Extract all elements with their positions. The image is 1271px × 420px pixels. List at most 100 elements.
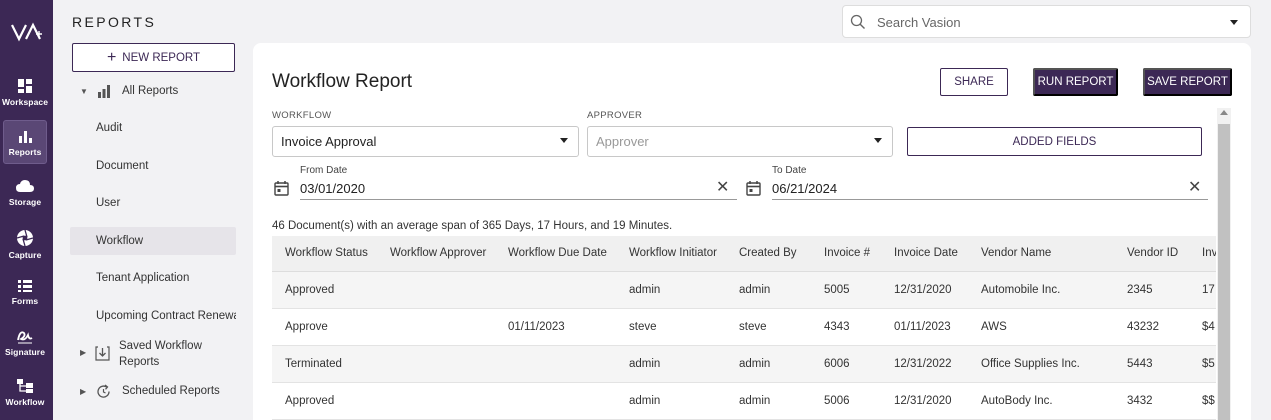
tree-item-saved-workflow-reports[interactable]: ▶ Saved Workflow Reports: [70, 338, 236, 370]
to-date-label: To Date: [772, 165, 807, 176]
download-icon: [95, 346, 110, 361]
table-cell: Approved: [285, 284, 335, 296]
rail-item-workspace[interactable]: Workspace: [1, 70, 49, 114]
grid-icon: [18, 78, 32, 93]
saved-workflow-reports-line2: Reports: [119, 356, 160, 368]
scroll-up-arrow-icon[interactable]: [1220, 110, 1228, 115]
rail-label: Storage: [8, 196, 42, 207]
tree-item-tenant-application[interactable]: Tenant Application: [70, 264, 236, 292]
rail-item-signature[interactable]: Signature: [3, 320, 47, 364]
column-header[interactable]: Workflow Initiator: [629, 247, 717, 259]
from-date-input[interactable]: 03/01/2020: [300, 181, 365, 196]
tree-item-label: Audit: [96, 122, 123, 134]
new-report-label: NEW REPORT: [122, 51, 201, 64]
new-report-button[interactable]: + NEW REPORT: [72, 43, 235, 72]
search-icon: [850, 14, 865, 29]
table-row[interactable]: Approve 01/11/2023 steve steve 4343 01/1…: [272, 309, 1216, 346]
caret-right-icon[interactable]: ▶: [80, 348, 86, 357]
search-input[interactable]: [877, 12, 1217, 32]
rail-item-reports[interactable]: Reports: [3, 120, 47, 164]
reports-panel-title: REPORTS: [72, 14, 157, 30]
clear-from-date-icon[interactable]: ✕: [716, 177, 729, 197]
workflow-icon: [17, 378, 33, 393]
column-header[interactable]: Inv: [1202, 247, 1216, 259]
tree-item-audit[interactable]: Audit: [70, 114, 236, 142]
table-cell: 12/31/2020: [894, 395, 952, 407]
scheduled-reports-label: Scheduled Reports: [122, 385, 220, 397]
rail-label: Workspace: [1, 96, 49, 107]
table-cell: admin: [739, 284, 771, 296]
tree-item-upcoming-contract-renewals[interactable]: Upcoming Contract Renewals: [70, 302, 236, 330]
tree-item-scheduled-reports[interactable]: ▶ Scheduled Reports: [70, 377, 236, 405]
rail-label: Signature: [4, 346, 46, 357]
refresh-clock-icon: [97, 384, 110, 398]
calendar-icon[interactable]: [274, 180, 289, 196]
bar-chart-icon: [98, 85, 110, 98]
column-header[interactable]: Created By: [739, 247, 797, 259]
save-report-button[interactable]: SAVE REPORT: [1143, 68, 1232, 96]
caret-down-icon[interactable]: ▼: [80, 87, 88, 96]
column-header[interactable]: Workflow Status: [285, 247, 368, 259]
workflow-select-value: Invoice Approval: [281, 134, 377, 149]
approver-field-label: APPROVER: [587, 110, 643, 121]
logo-icon: [10, 22, 42, 42]
report-table: Workflow Status Workflow Approver Workfl…: [272, 236, 1216, 420]
table-cell: 5006: [824, 395, 850, 407]
rail-item-capture[interactable]: Capture: [3, 222, 47, 266]
table-cell: 2345: [1127, 284, 1153, 296]
column-header[interactable]: Invoice #: [824, 247, 870, 259]
run-report-button[interactable]: RUN REPORT: [1033, 68, 1118, 96]
workflow-field-label: WORKFLOW: [272, 110, 332, 121]
tree-item-all-reports[interactable]: ▼ All Reports: [70, 77, 236, 105]
rail-label: Workflow: [5, 396, 45, 407]
rail-item-forms[interactable]: Forms: [3, 270, 47, 314]
aperture-icon: [16, 229, 34, 246]
rail-label: Capture: [8, 249, 42, 260]
from-date-underline: [300, 199, 737, 200]
column-header[interactable]: Workflow Due Date: [508, 247, 607, 259]
tree-item-document[interactable]: Document: [70, 152, 236, 180]
approver-select[interactable]: Approver: [587, 126, 893, 157]
forms-icon: [18, 279, 32, 292]
clear-to-date-icon[interactable]: ✕: [1188, 177, 1201, 197]
tree-item-label: Tenant Application: [96, 272, 190, 284]
vasion-logo[interactable]: [0, 22, 53, 50]
rail-item-storage[interactable]: Storage: [3, 170, 47, 214]
page-title: Workflow Report: [272, 71, 413, 92]
tree-item-label: Document: [96, 160, 149, 172]
rail-label: Forms: [11, 295, 39, 306]
share-button[interactable]: SHARE: [940, 68, 1008, 96]
rail-item-workflow[interactable]: Workflow: [3, 370, 47, 414]
column-header[interactable]: Workflow Approver: [390, 247, 486, 259]
search-dropdown-arrow-icon[interactable]: [1230, 20, 1238, 25]
calendar-icon[interactable]: [746, 180, 761, 196]
caret-right-icon[interactable]: ▶: [80, 387, 86, 396]
tree-item-label: Workflow: [96, 235, 144, 247]
to-date-underline: [772, 199, 1208, 200]
table-row[interactable]: Approved admin admin 5005 12/31/2020 Aut…: [272, 272, 1216, 309]
search-box[interactable]: [842, 5, 1251, 38]
table-cell: 12/31/2020: [894, 284, 952, 296]
table-cell: Approved: [285, 395, 335, 407]
scrollbar-thumb[interactable]: [1218, 124, 1230, 420]
report-summary: 46 Document(s) with an average span of 3…: [272, 220, 673, 232]
tree-item-user[interactable]: User: [70, 189, 236, 217]
column-header[interactable]: Invoice Date: [894, 247, 958, 259]
saved-workflow-reports-label: Saved Workflow Reports: [119, 338, 202, 370]
table-row[interactable]: Terminated admin admin 6006 12/31/2022 O…: [272, 346, 1216, 383]
table-cell: Office Supplies Inc.: [981, 358, 1080, 370]
workflow-select[interactable]: Invoice Approval: [272, 126, 579, 157]
column-header[interactable]: Vendor ID: [1127, 247, 1178, 259]
table-cell: steve: [739, 321, 767, 333]
table-row[interactable]: Approved admin admin 5006 12/31/2020 Aut…: [272, 383, 1216, 420]
rail-label: Reports: [8, 146, 42, 157]
cloud-icon: [16, 179, 34, 192]
to-date-input[interactable]: 06/21/2024: [772, 181, 837, 196]
added-fields-button[interactable]: ADDED FIELDS: [907, 127, 1202, 156]
saved-workflow-reports-line1: Saved Workflow: [119, 340, 202, 352]
bar-chart-icon: [19, 130, 32, 143]
table-cell: admin: [739, 395, 771, 407]
table-cell: $$: [1202, 395, 1215, 407]
column-header[interactable]: Vendor Name: [981, 247, 1051, 259]
tree-item-workflow[interactable]: Workflow: [70, 227, 236, 255]
